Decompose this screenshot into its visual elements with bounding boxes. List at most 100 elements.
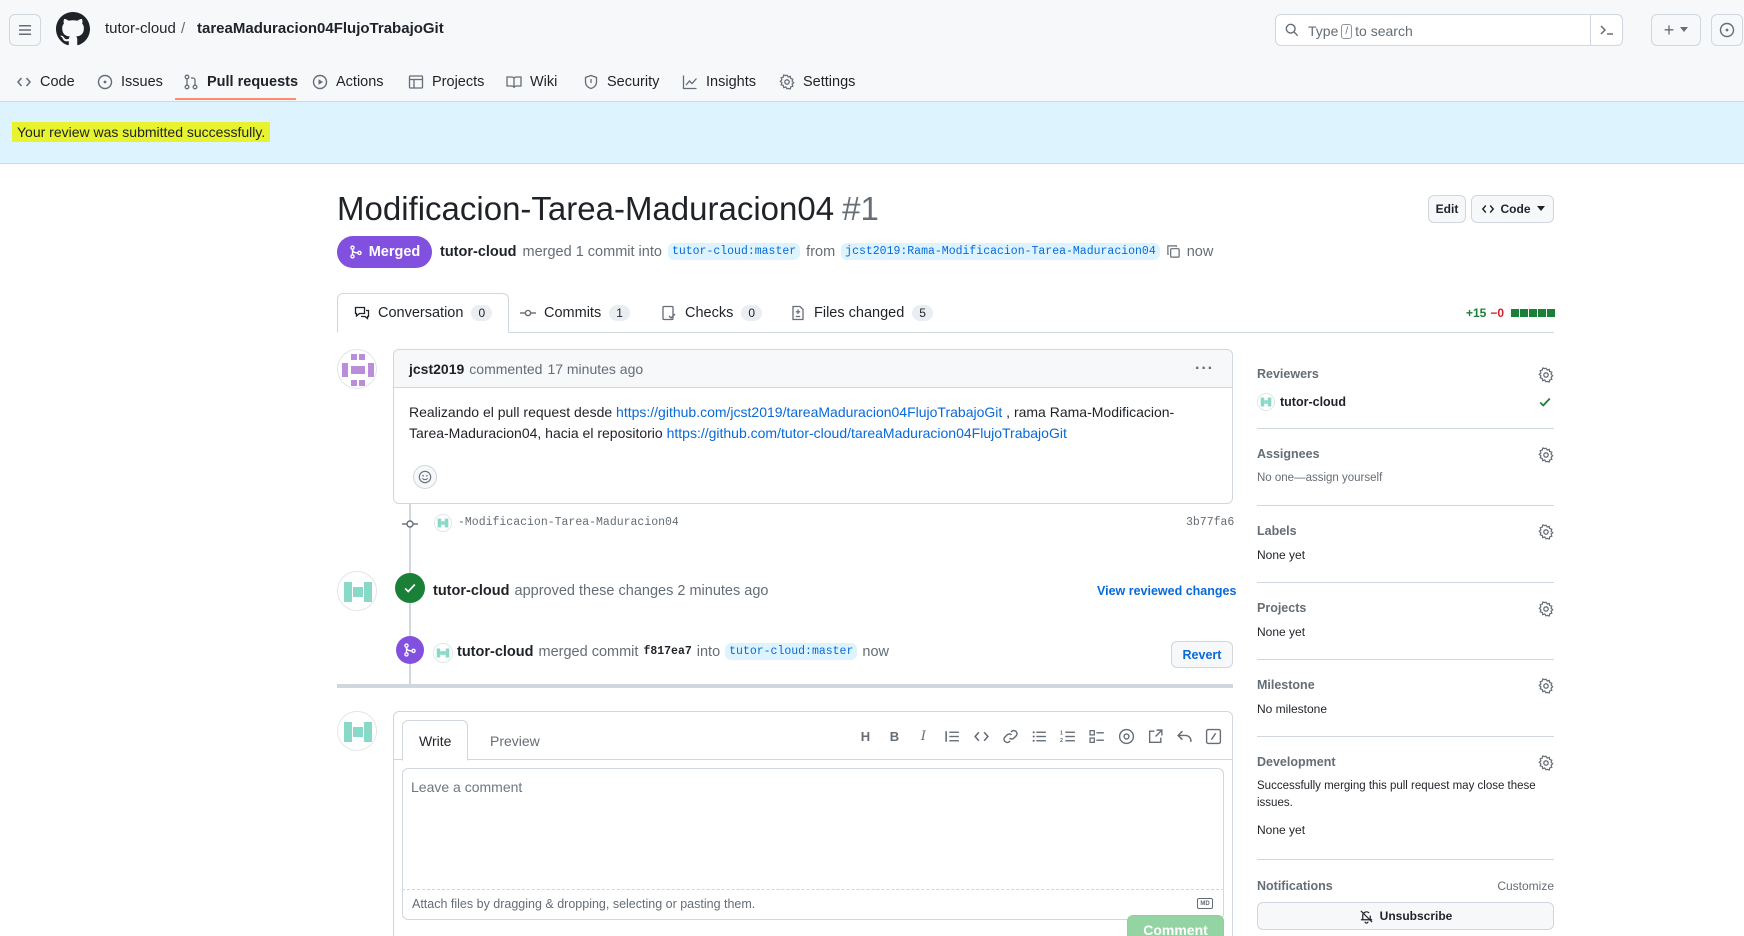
attach-files-area[interactable]: Attach files by dragging & dropping, sel… [402,890,1224,920]
sidebar-divider [1257,505,1554,506]
diffstat[interactable]: +15 −0 [1466,306,1556,320]
base-branch-label[interactable]: tutor-cloud:master [667,243,801,260]
tab-preview[interactable]: Preview [474,720,556,761]
tab-commits[interactable]: Commits 1 [520,293,630,333]
nav-wiki[interactable]: Wiki [506,62,557,102]
gear-icon[interactable] [1538,367,1554,383]
page-title: Modificacion-Tarea-Maduracion04 #1 [337,190,879,228]
comment-card: jcst2019 commented 17 minutes ago ··· Re… [393,349,1233,504]
copy-icon[interactable] [1166,244,1181,259]
diffstat-block [1547,309,1556,317]
nav-issues[interactable]: Issues [97,62,163,102]
quote-icon[interactable] [944,728,961,745]
merge-actor[interactable]: tutor-cloud [457,644,534,660]
code-dropdown-button[interactable]: Code [1471,195,1554,223]
italic-icon[interactable]: I [915,728,932,745]
add-reaction-button[interactable] [413,465,437,489]
avatar[interactable] [337,571,377,611]
git-commit-icon [520,309,536,317]
issues-button[interactable] [1711,14,1743,46]
breadcrumb-owner[interactable]: tutor-cloud [105,20,176,37]
assign-yourself-link[interactable]: No one—assign yourself [1257,470,1554,487]
mention-icon[interactable] [1118,728,1135,745]
heading-icon[interactable]: H [857,728,874,745]
tab-commits-label: Commits [544,305,602,321]
repo-nav: Code Issues Pull requests Actions Projec… [0,62,1744,102]
play-icon [312,74,328,90]
merge-commit-sha[interactable]: f817ea7 [643,645,691,658]
attach-files-text: Attach files by dragging & dropping, sel… [412,897,756,911]
nav-settings[interactable]: Settings [779,62,855,102]
breadcrumb-repo[interactable]: tareaMaduracion04FlujoTrabajoGit [197,20,444,37]
tab-checks[interactable]: Checks 0 [661,293,763,333]
comment-textarea[interactable]: Leave a comment [402,768,1224,890]
github-logo-icon[interactable] [56,12,90,46]
reviewer-row[interactable]: tutor-cloud [1257,393,1346,411]
nav-insights[interactable]: Insights [682,62,756,102]
commit-message[interactable]: -Modificacion-Tarea-Maduracion04 [458,516,679,529]
markdown-toolbar: H B I 12 [857,728,1222,745]
search-input[interactable]: Type / to search [1275,14,1623,46]
tab-conversation-label: Conversation [378,305,464,321]
sidebar-assignees: Assignees No one—assign yourself [1257,447,1554,506]
menu-button[interactable] [9,14,41,46]
fullscreen-icon[interactable] [1205,728,1222,745]
head-branch-label[interactable]: jcst2019:Rama-Modificacion-Tarea-Madurac… [841,243,1160,260]
revert-button[interactable]: Revert [1171,641,1233,668]
link-icon[interactable] [1002,728,1019,745]
comment-link[interactable]: https://github.com/jcst2019/tareaMadurac… [616,404,1002,420]
nav-projects[interactable]: Projects [408,62,484,102]
diffstat-block [1520,309,1529,317]
tasklist-icon[interactable] [1089,728,1106,745]
hamburger-icon [19,25,31,35]
nav-projects-label: Projects [432,74,485,90]
sidebar-notifications: Notifications Customize [1257,879,1554,899]
merge-branch-label[interactable]: tutor-cloud:master [725,643,858,660]
comment-author[interactable]: jcst2019 [409,361,464,377]
ordered-list-icon[interactable]: 12 [1060,728,1077,745]
avatar[interactable] [337,349,377,389]
command-palette-button[interactable] [1590,15,1622,45]
avatar[interactable] [434,514,452,532]
comment-discussion-icon [354,306,370,320]
avatar[interactable] [337,711,377,751]
create-new-button[interactable]: + [1651,14,1701,46]
nav-pull-requests[interactable]: Pull requests [183,62,298,102]
chevron-down-icon [1536,206,1545,211]
reply-icon[interactable] [1176,728,1193,745]
cross-reference-icon[interactable] [1147,728,1164,745]
unsubscribe-button[interactable]: Unsubscribe [1257,902,1554,930]
gear-icon[interactable] [1538,524,1554,540]
comment-time[interactable]: 17 minutes ago [547,361,643,377]
diffstat-deletions: −0 [1490,306,1505,320]
gear-icon[interactable] [1538,755,1554,771]
tab-write[interactable]: Write [402,720,469,761]
sidebar-divider [1257,428,1554,429]
edit-button[interactable]: Edit [1428,195,1466,223]
gear-icon[interactable] [1538,601,1554,617]
tab-files-changed[interactable]: Files changed 5 [790,293,933,333]
tab-checks-label: Checks [685,305,734,321]
comment-submit-button[interactable]: Comment [1127,915,1224,936]
bold-icon[interactable]: B [886,728,903,745]
tab-conversation[interactable]: Conversation 0 [337,293,510,333]
check-icon [1539,397,1551,407]
code-icon[interactable] [973,728,990,745]
sidebar-development: Development Successfully merging this pu… [1257,755,1554,860]
sidebar-labels: Labels None yet [1257,524,1554,583]
nav-code[interactable]: Code [16,62,75,102]
kebab-menu-icon[interactable]: ··· [1195,360,1214,378]
nav-security[interactable]: Security [583,62,659,102]
pr-author-link[interactable]: tutor-cloud [440,244,517,260]
gear-icon[interactable] [1538,678,1554,694]
review-actor[interactable]: tutor-cloud [433,583,510,599]
comment-link[interactable]: https://github.com/tutor-cloud/tareaMadu… [667,425,1067,441]
gear-icon[interactable] [1538,447,1554,463]
commit-sha[interactable]: 3b77fa6 [1186,516,1234,529]
avatar[interactable] [433,643,453,663]
comment-text: , rama Rama-Modificacion- [1006,404,1175,420]
nav-actions[interactable]: Actions [312,62,384,102]
view-reviewed-changes-link[interactable]: View reviewed changes [1097,584,1236,598]
unordered-list-icon[interactable] [1031,728,1048,745]
customize-link[interactable]: Customize [1497,879,1554,893]
